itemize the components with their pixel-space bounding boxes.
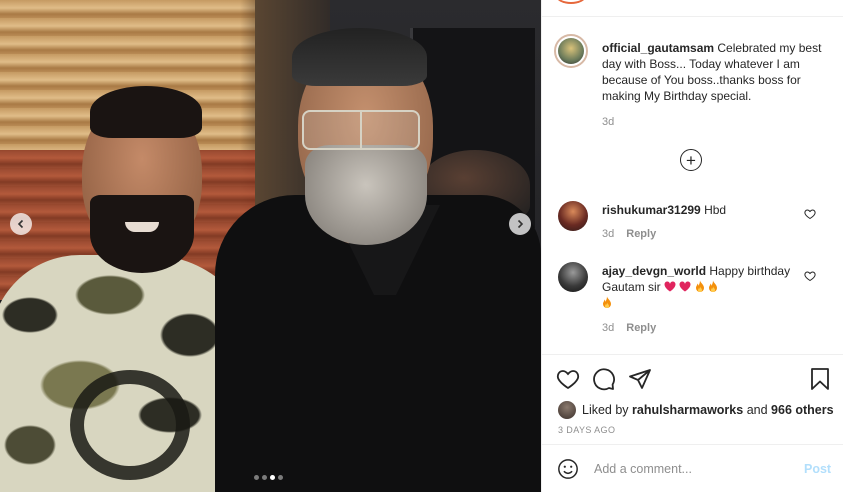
post-actions: Liked by rahulsharmaworks and 966 others… [542, 354, 843, 444]
comment-username[interactable]: rishukumar31299 [602, 203, 701, 217]
likes-summary: Liked by rahulsharmaworks and 966 others [558, 401, 834, 419]
heart-icon [556, 370, 580, 390]
comment-text: rishukumar31299 Hbd [602, 202, 802, 218]
comments-list[interactable]: official_gautamsam Celebrated my best da… [542, 18, 843, 354]
liked-and: and [746, 403, 768, 417]
red-heart-icon [664, 281, 676, 292]
person-right-beard [305, 145, 427, 245]
liked-by-user[interactable]: rahulsharmaworks [632, 403, 743, 417]
post-photo[interactable] [0, 0, 541, 492]
post-timestamp[interactable]: 3 DAYS AGO [558, 425, 615, 435]
carousel-dot [262, 475, 267, 480]
carousel-prev-button[interactable] [10, 213, 32, 235]
person-left-smile [125, 222, 159, 232]
share-button[interactable] [628, 367, 652, 391]
save-button[interactable] [808, 367, 832, 391]
post-comment-button[interactable]: Post [804, 462, 831, 476]
person-right-hair [292, 28, 427, 86]
liked-by-prefix: Liked by [582, 403, 629, 417]
red-heart-icon [679, 281, 691, 292]
fire-icon [603, 296, 611, 308]
carousel-next-button[interactable] [509, 213, 531, 235]
comment-input[interactable]: Add a comment... [594, 462, 692, 476]
carousel-dots [254, 475, 283, 480]
post-sidebar: official_gautamsam Celebrated my best da… [541, 0, 843, 492]
caption-avatar[interactable] [554, 34, 588, 68]
fire-icon [695, 280, 704, 292]
paper-plane-icon [629, 369, 651, 389]
reply-button[interactable]: Reply [626, 322, 656, 334]
comment-body: Hbd [704, 203, 727, 217]
bookmark-icon [811, 368, 829, 390]
comment-meta: 3d Reply [602, 322, 656, 334]
comment-text: ajay_devgn_world Happy birthday Gautam s… [602, 263, 802, 311]
like-button[interactable] [556, 367, 580, 391]
chevron-left-icon [17, 219, 24, 229]
smiley-icon [558, 459, 578, 479]
carousel-dot-active [270, 475, 275, 480]
comment-button[interactable] [592, 367, 616, 391]
comment-icon [593, 368, 615, 391]
comment-username[interactable]: ajay_devgn_world [602, 264, 706, 278]
load-more-comments-button[interactable]: + [680, 149, 702, 171]
person-left-hair [90, 86, 202, 138]
comment-like-icon[interactable] [804, 270, 816, 282]
comment-meta: 3d Reply [602, 228, 656, 240]
comment-age[interactable]: 3d [602, 322, 614, 334]
fire-icon [709, 280, 718, 292]
comment-age[interactable]: 3d [602, 228, 614, 240]
emoji-picker-button[interactable] [557, 458, 579, 480]
caption-username[interactable]: official_gautamsam [602, 41, 714, 55]
reply-button[interactable]: Reply [626, 228, 656, 240]
comment-like-icon[interactable] [804, 208, 816, 220]
comment-avatar[interactable] [558, 201, 588, 231]
carousel-dot [278, 475, 283, 480]
chevron-right-icon [517, 219, 524, 229]
post-header-edge [542, 0, 843, 17]
caption-text: official_gautamsam Celebrated my best da… [602, 40, 832, 104]
carousel-dot [254, 475, 259, 480]
caption-age[interactable]: 3d [602, 116, 614, 128]
add-comment-bar: Add a comment... Post [542, 444, 843, 492]
header-avatar[interactable] [556, 0, 586, 4]
person-left-beard [90, 195, 194, 273]
likes-others-link[interactable]: 966 others [771, 403, 834, 417]
person-right-glasses [302, 110, 420, 150]
comment-avatar[interactable] [558, 262, 588, 292]
liker-avatar[interactable] [558, 401, 576, 419]
plus-circle-icon: + [686, 150, 696, 170]
shirt-logo [70, 370, 190, 480]
